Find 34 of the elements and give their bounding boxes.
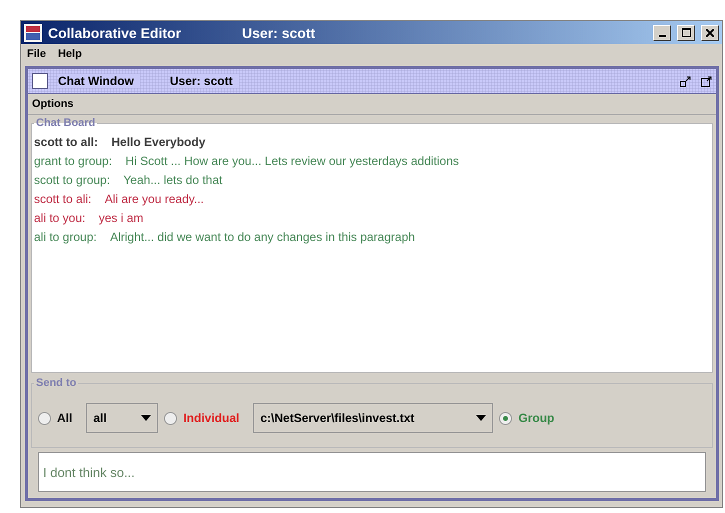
chat-message: scott to ali: Ali are you ready... <box>34 191 205 208</box>
chat-message: ali to you: yes i am <box>34 210 144 227</box>
chat-message: scott to group: Yeah... lets do that <box>34 172 224 189</box>
frame-title: Chat Window <box>58 74 140 88</box>
window-title: Collaborative Editor <box>48 24 182 40</box>
radio-button[interactable] <box>164 412 178 424</box>
group-title: Chat Board <box>35 117 96 129</box>
minimize-button[interactable] <box>653 24 671 40</box>
maximize-icon[interactable] <box>701 76 712 86</box>
dropdown[interactable]: all <box>86 403 158 433</box>
dropdown[interactable]: c:\NetServer\files\invest.txt <box>253 403 494 433</box>
app-icon <box>24 24 42 42</box>
chat-message: scott to all: Hello Everybody <box>34 134 206 151</box>
radio-button[interactable] <box>38 412 51 424</box>
user-label: User: scott <box>170 74 239 88</box>
iconify-icon[interactable] <box>680 76 691 86</box>
menu-item[interactable]: Options <box>32 98 74 110</box>
window-icon <box>32 73 48 89</box>
radio-label: Group <box>518 411 554 425</box>
close-button[interactable] <box>701 24 719 40</box>
group-title: Send to <box>35 377 78 389</box>
caret-icon <box>141 415 152 421</box>
radio-label: All <box>57 411 72 425</box>
user-label: User: scott <box>242 24 316 40</box>
close-icon <box>706 28 714 36</box>
maximize-button[interactable] <box>677 24 695 40</box>
menu-item[interactable]: Help <box>58 48 82 60</box>
radio-button[interactable] <box>499 412 512 424</box>
caret-icon <box>476 415 486 421</box>
chat-message: ali to group: Alright... did we want to do any changes in this paragraph <box>34 229 416 246</box>
menu-item[interactable]: File <box>27 48 46 60</box>
chat-message: grant to group: Hi Scott ... How are you... Lets review our yesterdays additions <box>34 153 460 170</box>
message-input[interactable]: I dont think so... <box>38 452 706 492</box>
radio-label: Individual <box>183 411 240 425</box>
